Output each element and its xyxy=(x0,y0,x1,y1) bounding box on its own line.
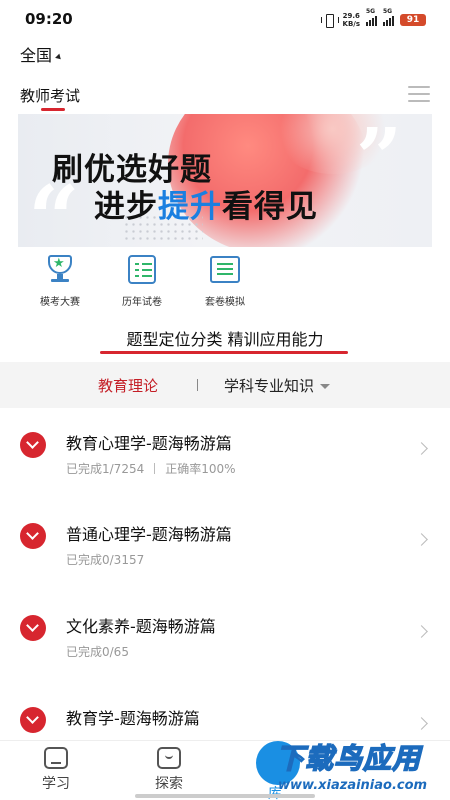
list-item[interactable]: 普通心理学-题海畅游篇 已完成0/3157 xyxy=(0,521,450,613)
nav-explore[interactable]: 探索 xyxy=(139,747,199,793)
vibrate-icon xyxy=(320,14,339,28)
nav-study[interactable]: 学习 xyxy=(26,747,86,793)
expand-icon[interactable] xyxy=(20,615,46,641)
quick-action-label: 历年试卷 xyxy=(122,297,162,308)
menu-icon[interactable] xyxy=(408,86,430,102)
divider xyxy=(154,463,156,474)
header: 教师考试 xyxy=(0,78,450,114)
book-icon xyxy=(205,252,245,288)
signal-icon: 5G xyxy=(366,8,377,26)
quick-action-mock-contest[interactable]: ★ 模考大赛 xyxy=(25,252,95,308)
chevron-right-icon xyxy=(415,625,428,638)
promo-banner[interactable]: “ ” 刷优选好题 进步提升看得见 xyxy=(18,114,432,247)
expand-icon[interactable] xyxy=(20,432,46,458)
trophy-icon: ★ xyxy=(40,252,80,288)
quick-action-past-papers[interactable]: 历年试卷 xyxy=(107,252,177,308)
item-meta: 已完成1/7254 正确率100% xyxy=(66,460,236,477)
status-time: 09:20 xyxy=(25,10,73,28)
battery-icon: 91 xyxy=(400,14,426,26)
tab-education-theory[interactable]: 教育理论 xyxy=(98,375,158,396)
item-title: 教育学-题海畅游篇 xyxy=(66,709,200,728)
item-progress: 已完成1/7254 xyxy=(66,462,145,476)
quick-action-label: 模考大赛 xyxy=(40,297,80,308)
signal-icon: 5G xyxy=(383,8,394,26)
nav-label: 探索 xyxy=(155,776,183,792)
status-bar: 09:20 29.6 KB/s 5G 5G 91 xyxy=(0,0,450,38)
expand-icon[interactable] xyxy=(20,707,46,733)
home-indicator xyxy=(135,794,315,798)
exam-paper-icon xyxy=(122,252,162,288)
item-progress: 已完成0/65 xyxy=(66,645,129,659)
explore-icon xyxy=(157,747,181,769)
item-progress: 已完成0/3157 xyxy=(66,553,145,567)
quote-mark-icon: ” xyxy=(355,114,402,204)
expand-icon[interactable] xyxy=(20,523,46,549)
tab-subject-knowledge[interactable]: 学科专业知识 xyxy=(224,375,331,396)
region-selector[interactable]: 全国 xyxy=(20,42,63,66)
item-accuracy: 正确率100% xyxy=(165,462,236,476)
caret-down-icon xyxy=(55,53,63,61)
list-item[interactable]: 教育心理学-题海畅游篇 已完成1/7254 正确率100% xyxy=(0,430,450,522)
list-item[interactable]: 教育学-题海畅游篇 xyxy=(0,705,450,740)
nav-label: 学习 xyxy=(42,776,70,792)
item-meta: 已完成0/65 xyxy=(66,643,129,660)
section-underline xyxy=(100,351,348,354)
dropdown-arrow-icon xyxy=(320,384,331,389)
chevron-right-icon xyxy=(415,442,428,455)
item-title: 普通心理学-题海畅游篇 xyxy=(66,525,232,544)
subject-tabs: 教育理论 学科专业知识 xyxy=(0,362,450,408)
section-title: 题型定位分类 精训应用能力 xyxy=(126,330,324,349)
item-meta: 已完成0/3157 xyxy=(66,551,144,568)
watermark-logo: 下载鸟应用 www.xiazainiao.com xyxy=(275,741,428,793)
region-label: 全国 xyxy=(20,46,53,65)
tab-teacher-exam[interactable]: 教师考试 xyxy=(20,85,80,106)
chevron-right-icon xyxy=(415,533,428,546)
status-icons: 29.6 KB/s 5G 5G 91 xyxy=(320,8,426,28)
list-item[interactable]: 文化素养-题海畅游篇 已完成0/65 xyxy=(0,613,450,705)
divider xyxy=(197,379,198,391)
network-speed: 29.6 KB/s xyxy=(342,12,360,28)
study-icon xyxy=(44,747,68,769)
tab-underline xyxy=(41,108,65,111)
quick-action-label: 套卷模拟 xyxy=(205,297,245,308)
banner-subheadline: 进步提升看得见 xyxy=(94,189,318,225)
quick-action-mock-set[interactable]: 套卷模拟 xyxy=(190,252,260,308)
chevron-right-icon xyxy=(415,717,428,730)
item-title: 文化素养-题海畅游篇 xyxy=(66,617,216,636)
item-title: 教育心理学-题海畅游篇 xyxy=(66,434,232,453)
